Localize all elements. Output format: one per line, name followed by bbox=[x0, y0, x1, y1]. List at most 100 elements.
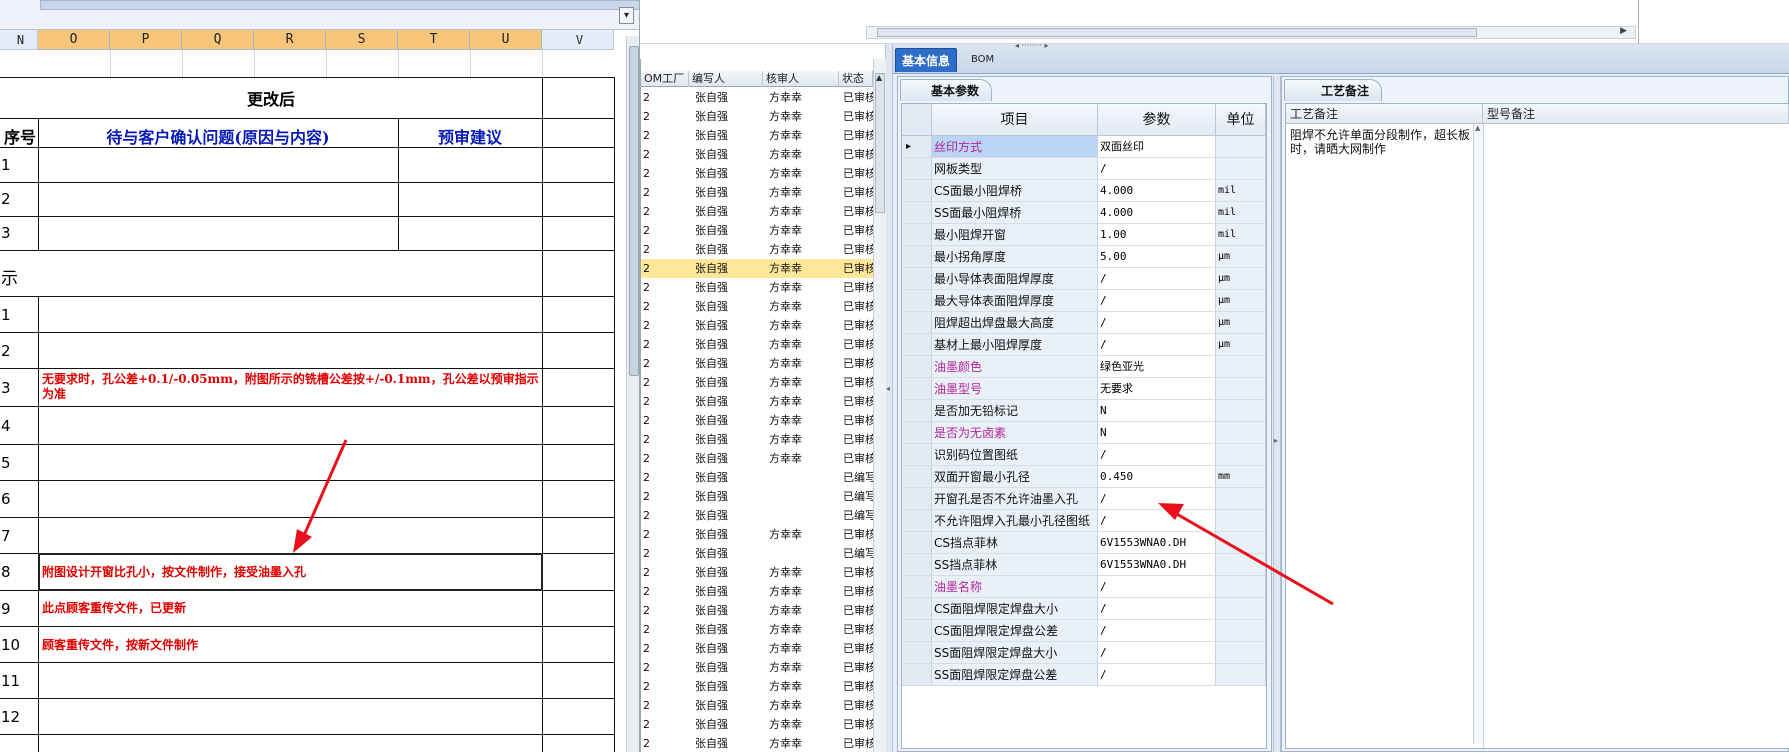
col-header-value[interactable]: 参数 bbox=[1098, 104, 1216, 136]
column-header-v[interactable]: V bbox=[542, 30, 614, 50]
job-list-row[interactable]: 2 张自强 方幸幸 已审核 bbox=[641, 335, 873, 354]
col-header-status[interactable]: 状态 bbox=[839, 71, 873, 87]
column-header-p[interactable]: P bbox=[110, 30, 182, 50]
row-header[interactable] bbox=[902, 642, 932, 664]
col-header-unit[interactable]: 单位 bbox=[1216, 104, 1266, 136]
row-header[interactable] bbox=[902, 180, 932, 202]
param-row[interactable]: SS面阻焊限定焊盘大小 / bbox=[902, 642, 1266, 664]
param-value-field[interactable]: / bbox=[1098, 334, 1216, 356]
job-list-row[interactable]: 2 张自强 方幸幸 已审核 bbox=[641, 449, 873, 468]
row-header[interactable] bbox=[902, 598, 932, 620]
current-row-indicator-icon[interactable]: ▸ bbox=[902, 136, 932, 158]
job-list-grid[interactable]: OM工厂 编写人 核审人 状态 2 张自强 方幸幸 已审核 2 张自强 方幸幸 已审核 2 张自强… bbox=[640, 59, 886, 752]
job-list-row[interactable]: 2 张自强 方幸幸 已审核 bbox=[641, 297, 873, 316]
row-header[interactable] bbox=[902, 356, 932, 378]
job-list-row[interactable]: 2 张自强 方幸幸 已审核 bbox=[641, 411, 873, 430]
column-header-r[interactable]: R bbox=[254, 30, 326, 50]
col-header-factory[interactable]: OM工厂 bbox=[641, 71, 689, 87]
param-row[interactable]: 油墨名称 / bbox=[902, 576, 1266, 598]
row-header[interactable] bbox=[902, 400, 932, 422]
column-header-n[interactable]: N bbox=[0, 30, 38, 50]
job-list-row[interactable]: 2 张自强 方幸幸 已审核 bbox=[641, 145, 873, 164]
col-header-author[interactable]: 编写人 bbox=[689, 71, 763, 87]
job-list-row[interactable]: 2 张自强 已编写 bbox=[641, 506, 873, 525]
expand-formula-bar-button[interactable]: ▾ bbox=[619, 7, 634, 24]
param-value-field[interactable]: / bbox=[1098, 510, 1216, 532]
param-value-field[interactable]: N bbox=[1098, 422, 1216, 444]
note-scrollbar[interactable]: ▲ bbox=[1473, 124, 1483, 744]
job-list-row[interactable]: 2 张自强 方幸幸 已审核 bbox=[641, 316, 873, 335]
vertical-splitter[interactable]: ◂ bbox=[885, 44, 893, 752]
job-list-row[interactable]: 2 张自强 方幸幸 已审核 bbox=[641, 601, 873, 620]
job-list-row[interactable]: 2 张自强 方幸幸 已审核 bbox=[641, 658, 873, 677]
param-value-field[interactable]: 4.000 bbox=[1098, 202, 1216, 224]
scroll-right-arrow-icon[interactable]: ▶ bbox=[1620, 26, 1627, 36]
param-row[interactable]: 基材上最小阻焊厚度 / μm bbox=[902, 334, 1266, 356]
tab-bom[interactable]: BOM bbox=[965, 48, 1000, 72]
param-row[interactable]: 识别码位置图纸 / bbox=[902, 444, 1266, 466]
job-list-row[interactable]: 2 张自强 方幸幸 已审核 bbox=[641, 715, 873, 734]
row-header[interactable] bbox=[902, 510, 932, 532]
row-header[interactable] bbox=[902, 576, 932, 598]
param-row[interactable]: 最小拐角厚度 5.00 μm bbox=[902, 246, 1266, 268]
row-header[interactable] bbox=[902, 224, 932, 246]
param-value-field[interactable]: 6V1553WNA0.DH bbox=[1098, 532, 1216, 554]
job-list-row[interactable]: 2 张自强 方幸幸 已审核 bbox=[641, 164, 873, 183]
param-row[interactable]: CS面最小阻焊桥 4.000 mil bbox=[902, 180, 1266, 202]
row-header[interactable] bbox=[902, 202, 932, 224]
job-list-scrollbar[interactable] bbox=[873, 59, 886, 752]
param-value-field[interactable]: / bbox=[1098, 268, 1216, 290]
job-list-row[interactable]: 2 张自强 方幸幸 已审核 bbox=[641, 202, 873, 221]
param-row[interactable]: 最小阻焊开窗 1.00 mil bbox=[902, 224, 1266, 246]
sheet-vertical-scrollbar[interactable] bbox=[626, 36, 639, 752]
job-list-row[interactable]: 2 张自强 方幸幸 已审核 bbox=[641, 582, 873, 601]
job-list-row[interactable]: 2 张自强 方幸幸 已审核 bbox=[641, 259, 873, 278]
param-row[interactable]: SS挡点菲林 6V1553WNA0.DH bbox=[902, 554, 1266, 576]
param-row[interactable]: 是否为无卤素 N bbox=[902, 422, 1266, 444]
params-grid[interactable]: 项目 参数 单位 ▸ 丝印方式 双面丝印 网板类型 / CS面最小阻焊桥 4.000 mil S… bbox=[901, 103, 1267, 749]
note-new-file[interactable]: 顾客重传文件，按新文件制作 bbox=[42, 638, 542, 653]
job-list-row[interactable]: 2 张自强 方幸幸 已审核 bbox=[641, 373, 873, 392]
column-header-q[interactable]: Q bbox=[182, 30, 254, 50]
param-value-field[interactable]: 4.000 bbox=[1098, 180, 1216, 202]
col-header-item[interactable]: 项目 bbox=[932, 104, 1098, 136]
param-value-field[interactable]: / bbox=[1098, 312, 1216, 334]
job-list-row[interactable]: 2 张自强 方幸幸 已审核 bbox=[641, 107, 873, 126]
job-list-row[interactable]: 2 张自强 方幸幸 已审核 bbox=[641, 430, 873, 449]
job-list-row[interactable]: 2 张自强 方幸幸 已审核 bbox=[641, 620, 873, 639]
param-value-field[interactable]: / bbox=[1098, 488, 1216, 510]
col-header-reviewer[interactable]: 核审人 bbox=[763, 71, 839, 87]
row-header[interactable] bbox=[902, 378, 932, 400]
job-list-row[interactable]: 2 张自强 方幸幸 已审核 bbox=[641, 696, 873, 715]
row-header[interactable] bbox=[902, 488, 932, 510]
param-row[interactable]: CS面阻焊限定焊盘大小 / bbox=[902, 598, 1266, 620]
scroll-up-arrow-icon[interactable]: ▲ bbox=[1474, 124, 1483, 132]
param-value-field[interactable]: / bbox=[1098, 576, 1216, 598]
sheet-scroll-thumb[interactable] bbox=[629, 46, 639, 376]
param-row[interactable]: 最大导体表面阻焊厚度 / μm bbox=[902, 290, 1266, 312]
param-row[interactable]: SS面阻焊限定焊盘公差 / bbox=[902, 664, 1266, 686]
job-list-row[interactable]: 2 张自强 方幸幸 已审核 bbox=[641, 278, 873, 297]
params-notes-splitter[interactable]: ▸ bbox=[1273, 76, 1281, 752]
row-header[interactable] bbox=[902, 620, 932, 642]
job-list-row[interactable]: 2 张自强 方幸幸 已审核 bbox=[641, 354, 873, 373]
row-header[interactable] bbox=[902, 246, 932, 268]
job-list-row[interactable]: 2 张自强 方幸幸 已审核 bbox=[641, 392, 873, 411]
notes-grid[interactable]: 工艺备注 型号备注 阻焊不允许单面分段制作，超长板时，请晒大网制作 ▲ bbox=[1285, 103, 1789, 750]
job-list-row[interactable]: 2 张自强 方幸幸 已审核 bbox=[641, 525, 873, 544]
scroll-up-arrow-icon[interactable]: ▲ bbox=[876, 73, 882, 82]
col-header-process-note[interactable]: 工艺备注 bbox=[1286, 104, 1483, 124]
param-value-field[interactable]: 双面丝印 bbox=[1098, 136, 1216, 158]
row-header[interactable] bbox=[902, 664, 932, 686]
param-row[interactable]: 开窗孔是否不允许油墨入孔 / bbox=[902, 488, 1266, 510]
splitter-grip-icon[interactable]: ▸ bbox=[1274, 436, 1278, 445]
job-list-scroll-thumb[interactable] bbox=[875, 73, 885, 213]
param-value-field[interactable]: N bbox=[1098, 400, 1216, 422]
param-value-field[interactable]: 0.450 bbox=[1098, 466, 1216, 488]
job-list-row[interactable]: 2 张自强 方幸幸 已审核 bbox=[641, 126, 873, 145]
param-row[interactable]: ▸ 丝印方式 双面丝印 bbox=[902, 136, 1266, 158]
job-list-row[interactable]: 2 张自强 已编写 bbox=[641, 468, 873, 487]
row-header[interactable] bbox=[902, 554, 932, 576]
row-header[interactable] bbox=[902, 422, 932, 444]
param-value-field[interactable]: / bbox=[1098, 598, 1216, 620]
